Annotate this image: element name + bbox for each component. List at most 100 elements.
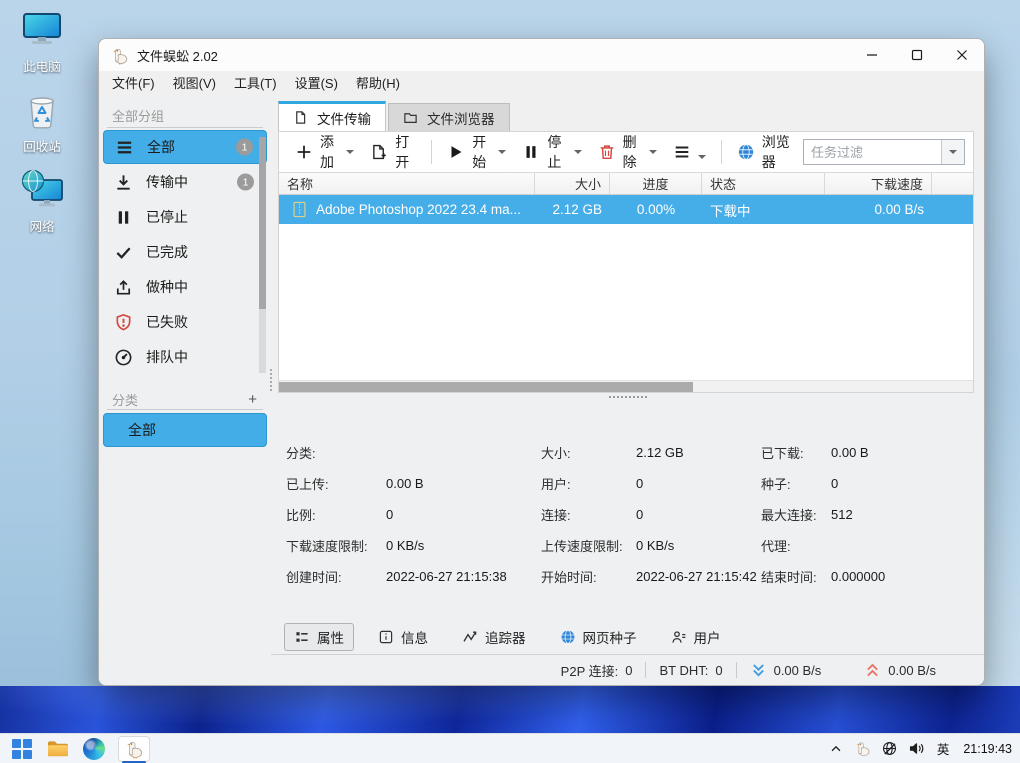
start-button[interactable] xyxy=(10,737,34,761)
menu-tools[interactable]: 工具(T) xyxy=(225,71,286,97)
input-language-indicator[interactable]: 英 xyxy=(935,739,952,758)
info-icon xyxy=(378,629,394,645)
menu-help[interactable]: 帮助(H) xyxy=(347,71,409,97)
sidebar-item-all[interactable]: 全部 1 xyxy=(103,130,267,164)
browser-button[interactable]: 浏览器 xyxy=(729,137,803,167)
column-header-size[interactable]: 大小 xyxy=(535,173,610,194)
play-icon xyxy=(447,143,465,161)
tab-trackers[interactable]: 追踪器 xyxy=(452,623,536,651)
p2p-label: P2P 连接: xyxy=(561,661,619,680)
count-badge: 1 xyxy=(236,139,253,156)
upload-icon xyxy=(114,278,133,297)
column-header-name[interactable]: 名称 xyxy=(279,173,535,194)
delete-button[interactable]: 删除 xyxy=(590,137,665,167)
detail-value: 0 xyxy=(386,507,393,522)
menu-view[interactable]: 视图(V) xyxy=(164,71,225,97)
sidebar-item-seeding[interactable]: 做种中 xyxy=(103,270,267,304)
open-label: 打开 xyxy=(395,132,416,172)
task-size: 2.12 GB xyxy=(535,195,610,224)
file-explorer-button[interactable] xyxy=(46,737,70,761)
category-item-all[interactable]: 全部 xyxy=(103,413,267,447)
task-status: 下载中 xyxy=(702,195,825,224)
sidebar-item-label: 已失败 xyxy=(146,312,188,332)
status-bar: P2P 连接: 0 BT DHT: 0 0.00 B/s xyxy=(271,654,984,685)
pause-icon xyxy=(114,208,133,227)
table-row[interactable]: Adobe Photoshop 2022 23.4 ma... 2.12 GB … xyxy=(279,195,973,224)
properties-icon xyxy=(294,629,310,645)
column-header-progress[interactable]: 进度 xyxy=(610,173,702,194)
sidebar-item-transferring[interactable]: 传输中 1 xyxy=(103,165,267,199)
gauge-icon xyxy=(114,348,133,367)
network-status-button[interactable] xyxy=(881,740,899,758)
sidebar-item-label: 做种中 xyxy=(146,277,188,297)
stop-button[interactable]: 停止 xyxy=(514,137,589,167)
edge-icon xyxy=(83,738,105,760)
desktop-icon-network[interactable]: 网络 xyxy=(6,168,78,235)
zip-file-icon xyxy=(292,201,307,218)
filter-dropdown-button[interactable] xyxy=(941,140,964,164)
tray-goose-icon-button[interactable] xyxy=(854,740,872,758)
tab-info[interactable]: 信息 xyxy=(368,623,438,651)
titlebar[interactable]: 文件蜈蚣 2.02 xyxy=(99,39,984,71)
sidebar-scrollbar-thumb[interactable] xyxy=(259,137,266,309)
desktop-icon-recycle-bin[interactable]: 回收站 xyxy=(6,88,78,155)
tab-file-browser[interactable]: 文件浏览器 xyxy=(388,103,510,131)
minimize-button[interactable] xyxy=(849,39,894,71)
horizontal-scrollbar[interactable] xyxy=(279,380,973,392)
close-button[interactable] xyxy=(939,39,984,71)
detail-label: 比例: xyxy=(286,505,386,524)
menu-settings[interactable]: 设置(S) xyxy=(286,71,347,97)
user-icon xyxy=(671,629,687,645)
desktop-icon-this-pc[interactable]: 此电脑 xyxy=(6,8,78,75)
sidebar-item-stopped[interactable]: 已停止 xyxy=(103,200,267,234)
tab-users[interactable]: 用户 xyxy=(661,623,731,651)
detail-value: 2022-06-27 21:15:38 xyxy=(386,569,507,584)
shield-alert-icon xyxy=(114,313,133,332)
open-button[interactable]: 打开 xyxy=(362,137,424,167)
detail-label: 大小: xyxy=(541,443,636,462)
panel-splitter-handle[interactable] xyxy=(609,396,647,398)
column-header-status[interactable]: 状态 xyxy=(702,173,825,194)
tab-file-transfer[interactable]: 文件传输 xyxy=(278,101,386,131)
detail-label: 创建时间: xyxy=(286,567,386,586)
wallpaper-bloom xyxy=(0,686,1020,733)
column-header-speed[interactable]: 下载速度 xyxy=(825,173,932,194)
task-filter-input[interactable] xyxy=(804,140,941,164)
tab-label: 网页种子 xyxy=(583,627,637,647)
taskbar-clock[interactable]: 21:19:43 xyxy=(960,742,1012,756)
more-menu-button[interactable] xyxy=(665,137,714,167)
tab-web-seeds[interactable]: 网页种子 xyxy=(550,623,647,651)
folder-icon xyxy=(403,110,418,125)
menu-file[interactable]: 文件(F) xyxy=(103,71,164,97)
add-label: 添加 xyxy=(320,132,339,172)
add-button[interactable]: 添加 xyxy=(287,137,362,167)
volume-button[interactable] xyxy=(908,740,926,758)
tab-properties[interactable]: 属性 xyxy=(284,623,354,651)
column-header-extra[interactable] xyxy=(932,173,973,194)
sidebar-item-failed[interactable]: 已失败 xyxy=(103,305,267,339)
edge-button[interactable] xyxy=(82,737,106,761)
maximize-button[interactable] xyxy=(894,39,939,71)
horizontal-scrollbar-thumb[interactable] xyxy=(279,382,693,392)
detail-label: 用户: xyxy=(541,474,636,493)
toolbar-separator xyxy=(431,140,432,164)
detail-value: 512 xyxy=(831,507,853,522)
task-name: Adobe Photoshop 2022 23.4 ma... xyxy=(316,202,521,217)
download-speed: 0.00 B/s xyxy=(774,663,822,678)
tab-label: 属性 xyxy=(317,627,344,647)
chevron-down-icon xyxy=(698,155,706,163)
detail-value: 0.00 B xyxy=(386,476,424,491)
maximize-icon xyxy=(911,49,923,61)
sidebar-item-queued[interactable]: 排队中 xyxy=(103,340,267,374)
sidebar-item-label: 排队中 xyxy=(146,347,188,367)
sidebar-item-completed[interactable]: 已完成 xyxy=(103,235,267,269)
add-category-button[interactable]: + xyxy=(244,391,261,408)
desktop: 此电脑 回收站 网络 xyxy=(0,0,1020,763)
chevron-down-icon xyxy=(949,150,957,158)
taskbar-app-button[interactable] xyxy=(118,736,150,762)
tray-chevron-button[interactable] xyxy=(827,740,845,758)
task-speed: 0.00 B/s xyxy=(825,195,932,224)
start-button[interactable]: 开始 xyxy=(439,137,514,167)
hamburger-icon xyxy=(115,138,134,157)
stop-label: 停止 xyxy=(547,132,566,172)
